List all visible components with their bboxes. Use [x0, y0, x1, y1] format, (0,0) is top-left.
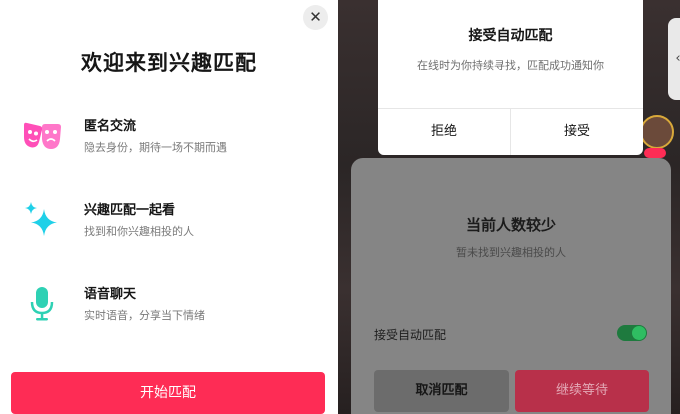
- continue-waiting-button[interactable]: 继续等待: [515, 370, 649, 412]
- live-room-background: ‹ 接受自动匹配 在线时为你持续寻找，匹配成功通知你 拒绝 接受 当前人数较少 …: [338, 0, 680, 414]
- feature-subtitle: 实时语音，分享当下情绪: [84, 309, 205, 322]
- microphone-icon: [30, 287, 54, 321]
- panel-subtitle: 暂未找到兴趣相投的人: [456, 246, 566, 259]
- panel-title: 当前人数较少: [465, 216, 556, 234]
- feature-voice-chat: 语音聊天 实时语音，分享当下情绪: [0, 283, 338, 343]
- accept-button[interactable]: 接受: [511, 109, 643, 155]
- start-match-button[interactable]: 开始匹配: [11, 372, 325, 414]
- avatar[interactable]: [640, 115, 674, 149]
- few-people-panel: 当前人数较少 暂未找到兴趣相投的人 接受自动匹配 取消匹配 继续等待: [351, 158, 671, 414]
- reject-button[interactable]: 拒绝: [378, 109, 511, 155]
- auto-match-toggle[interactable]: [617, 325, 647, 341]
- auto-match-dialog: 接受自动匹配 在线时为你持续寻找，匹配成功通知你 拒绝 接受: [378, 0, 643, 155]
- dialog-description: 在线时为你持续寻找，匹配成功通知你: [417, 59, 604, 72]
- side-drawer-tab[interactable]: ‹: [668, 18, 680, 100]
- sparkle-icon: [25, 202, 57, 236]
- close-icon: ✕: [309, 8, 322, 26]
- welcome-title: 欢迎来到兴趣匹配: [81, 51, 257, 75]
- feature-title: 兴趣匹配一起看: [84, 203, 176, 218]
- feature-subtitle: 找到和你兴趣相投的人: [84, 225, 194, 238]
- feature-interest-watch: 兴趣匹配一起看 找到和你兴趣相投的人: [0, 199, 338, 259]
- dialog-actions: 拒绝 接受: [378, 108, 643, 155]
- feature-title: 匿名交流: [84, 119, 137, 134]
- close-button[interactable]: ✕: [303, 5, 328, 30]
- feature-title: 语音聊天: [84, 287, 137, 302]
- feature-subtitle: 隐去身份，期待一场不期而遇: [84, 141, 227, 154]
- masks-icon: [24, 122, 61, 149]
- feature-anonymous: 匿名交流 隐去身份，期待一场不期而遇: [0, 115, 338, 175]
- live-badge: [644, 148, 666, 158]
- chevron-left-icon: ‹: [675, 51, 680, 66]
- toggle-knob: [632, 326, 646, 340]
- dialog-title: 接受自动匹配: [468, 28, 553, 44]
- auto-match-label: 接受自动匹配: [374, 328, 447, 342]
- cancel-match-button[interactable]: 取消匹配: [374, 370, 509, 412]
- welcome-panel: ✕ 欢迎来到兴趣匹配 匿名交流 隐去身份，期待一场不期而遇 兴趣匹配一起看 找到…: [0, 0, 338, 414]
